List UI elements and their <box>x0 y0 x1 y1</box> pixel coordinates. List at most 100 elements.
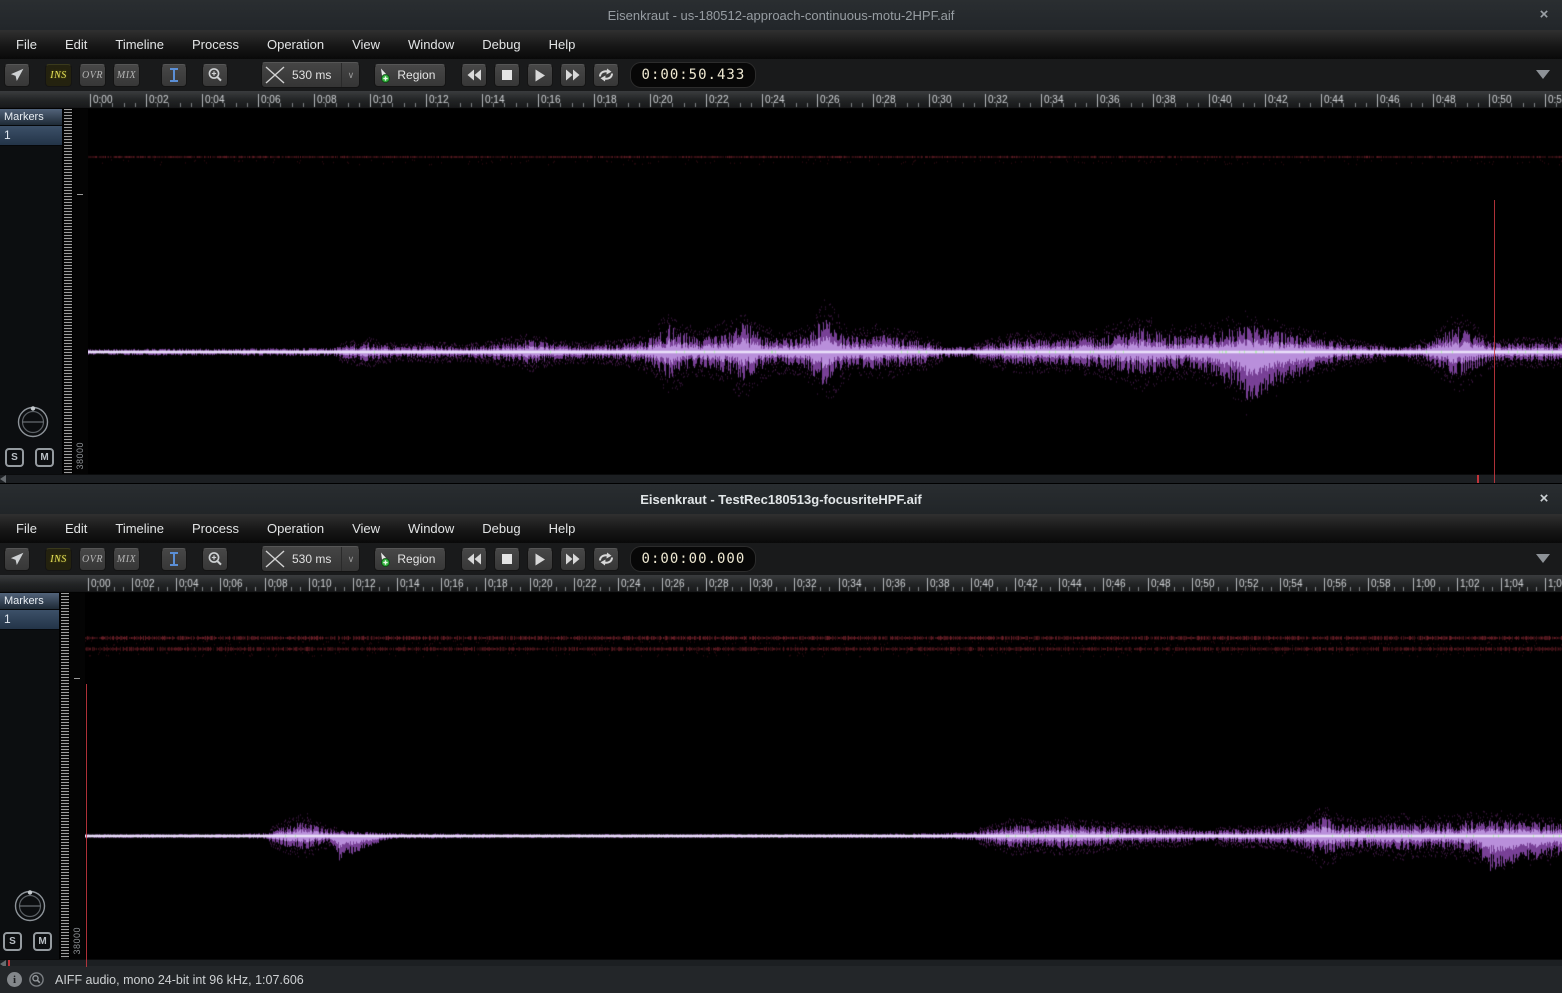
file-info-text: AIFF audio, mono 24-bit int 96 kHz, 1:07… <box>55 973 304 987</box>
toolbar-overflow-icon[interactable] <box>1536 554 1550 563</box>
menu-window[interactable]: Window <box>394 514 468 543</box>
window-top: Eisenkraut - us-180512-approach-continuo… <box>0 0 1562 483</box>
window-title: Eisenkraut - TestRec180513g-focusriteHPF… <box>640 492 922 507</box>
ibeam-icon <box>168 551 180 567</box>
insert-mode-button[interactable]: INS <box>45 64 72 87</box>
insert-mode-button[interactable]: INS <box>45 548 72 571</box>
time-display[interactable]: 0:00:50.433 <box>630 62 756 88</box>
markers-panel: Markers 1 S M <box>0 109 62 474</box>
vertical-zoom-handle[interactable] <box>59 593 70 959</box>
pointer-tool-button[interactable] <box>4 548 30 571</box>
pointer-tool-button[interactable] <box>4 64 30 87</box>
ibeam-icon <box>168 67 180 83</box>
menu-process[interactable]: Process <box>178 30 253 59</box>
crossfade-icon <box>262 549 288 569</box>
close-icon[interactable]: × <box>1534 488 1554 508</box>
region-button[interactable]: Region <box>374 64 446 87</box>
rewind-button[interactable] <box>461 548 487 571</box>
menu-debug[interactable]: Debug <box>468 514 534 543</box>
scroll-left-icon[interactable] <box>0 475 6 483</box>
menu-process[interactable]: Process <box>178 514 253 543</box>
zoom-tool-button[interactable] <box>202 64 228 87</box>
blend-duration-dropdown[interactable]: 530 ms ∨ <box>261 62 360 88</box>
overwrite-mode-button[interactable]: OVR <box>79 548 106 571</box>
toolbar: INS OVR MIX 530 ms ∨ Region <box>0 543 1562 575</box>
loop-button[interactable] <box>593 548 619 571</box>
stop-button[interactable] <box>494 548 520 571</box>
rewind-icon <box>466 69 482 81</box>
solo-button[interactable]: S <box>5 448 24 467</box>
info-icon[interactable]: i <box>7 972 22 987</box>
pointer-icon <box>10 68 25 82</box>
markers-header: Markers <box>0 109 62 126</box>
fast-forward-button[interactable] <box>560 548 586 571</box>
status-bar: i AIFF audio, mono 24-bit int 96 kHz, 1:… <box>0 966 1562 993</box>
add-region-icon <box>379 68 394 83</box>
loop-icon <box>597 552 615 566</box>
menu-view[interactable]: View <box>338 514 394 543</box>
close-icon[interactable]: × <box>1534 4 1554 24</box>
zoom-icon <box>207 67 223 83</box>
title-bar[interactable]: Eisenkraut - us-180512-approach-continuo… <box>0 0 1562 30</box>
title-bar[interactable]: Eisenkraut - TestRec180513g-focusriteHPF… <box>0 484 1562 514</box>
time-display[interactable]: 0:00:00.000 <box>630 546 756 572</box>
zoom-tool-button[interactable] <box>202 548 228 571</box>
play-icon <box>534 69 546 82</box>
timeline-ruler[interactable] <box>0 575 1562 593</box>
menu-operation[interactable]: Operation <box>253 514 338 543</box>
menu-file[interactable]: File <box>2 30 51 59</box>
add-region-icon <box>379 552 394 567</box>
mix-mode-button[interactable]: MIX <box>113 64 140 87</box>
chevron-down-icon[interactable]: ∨ <box>341 63 359 87</box>
crossfade-icon <box>262 65 288 85</box>
play-button[interactable] <box>527 64 553 87</box>
menu-operation[interactable]: Operation <box>253 30 338 59</box>
overwrite-mode-button[interactable]: OVR <box>79 64 106 87</box>
play-button[interactable] <box>527 548 553 571</box>
mute-button[interactable]: M <box>33 932 52 951</box>
menu-edit[interactable]: Edit <box>51 30 101 59</box>
waveform-display[interactable] <box>88 109 1562 474</box>
vertical-zoom-handle[interactable] <box>62 109 73 474</box>
ibeam-tool-button[interactable] <box>161 64 187 87</box>
overview-strip[interactable] <box>0 474 1562 483</box>
loop-button[interactable] <box>593 64 619 87</box>
region-button-label: Region <box>394 68 441 82</box>
menu-timeline[interactable]: Timeline <box>101 514 178 543</box>
blend-duration-dropdown[interactable]: 530 ms ∨ <box>261 546 360 572</box>
menu-help[interactable]: Help <box>535 30 590 59</box>
pan-knob[interactable] <box>16 405 50 439</box>
marker-item[interactable]: 1 <box>0 610 59 630</box>
toolbar: INS OVR MIX 530 ms ∨ Region <box>0 59 1562 91</box>
menu-view[interactable]: View <box>338 30 394 59</box>
playback-cursor <box>1494 200 1495 483</box>
toolbar-overflow-icon[interactable] <box>1536 70 1550 79</box>
stop-icon <box>501 553 513 565</box>
eisenkraut-desktop: Eisenkraut - us-180512-approach-continuo… <box>0 0 1562 993</box>
menu-debug[interactable]: Debug <box>468 30 534 59</box>
overview-position-marker <box>1477 475 1479 483</box>
pan-knob[interactable] <box>13 889 47 923</box>
waveform-display[interactable] <box>85 593 1562 959</box>
ibeam-tool-button[interactable] <box>161 548 187 571</box>
inspect-icon[interactable] <box>29 972 44 987</box>
mute-button[interactable]: M <box>35 448 54 467</box>
fast-forward-icon <box>565 69 581 81</box>
region-button[interactable]: Region <box>374 548 446 571</box>
menu-timeline[interactable]: Timeline <box>101 30 178 59</box>
marker-item[interactable]: 1 <box>0 126 62 146</box>
menu-edit[interactable]: Edit <box>51 514 101 543</box>
menu-help[interactable]: Help <box>535 514 590 543</box>
timeline-ruler[interactable] <box>0 91 1562 109</box>
rewind-button[interactable] <box>461 64 487 87</box>
amplitude-tick <box>77 194 83 195</box>
region-button-label: Region <box>394 552 441 566</box>
mix-mode-button[interactable]: MIX <box>113 548 140 571</box>
menu-window[interactable]: Window <box>394 30 468 59</box>
menu-bar: File Edit Timeline Process Operation Vie… <box>0 30 1562 59</box>
chevron-down-icon[interactable]: ∨ <box>341 547 359 571</box>
fast-forward-button[interactable] <box>560 64 586 87</box>
stop-button[interactable] <box>494 64 520 87</box>
solo-button[interactable]: S <box>3 932 22 951</box>
menu-file[interactable]: File <box>2 514 51 543</box>
